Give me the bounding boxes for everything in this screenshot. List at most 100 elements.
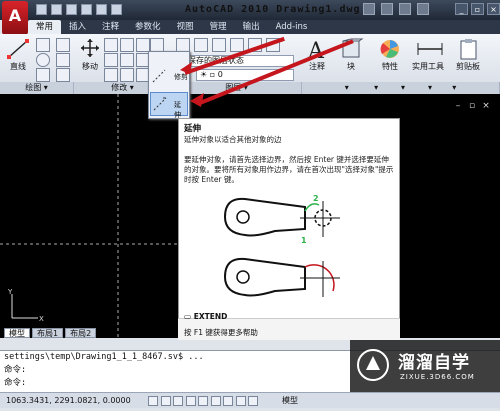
region-icon[interactable] — [56, 68, 70, 82]
close-icon[interactable]: × — [487, 3, 500, 15]
arc-icon[interactable] — [56, 38, 70, 52]
drawing-minimize-icon[interactable]: – — [452, 101, 464, 111]
illustration-label-2: 2 — [313, 194, 319, 203]
tab-annotate[interactable]: 注释 — [94, 20, 127, 34]
plot-icon[interactable] — [111, 4, 122, 15]
tab-layout1[interactable]: 布局1 — [32, 328, 64, 338]
layer-properties-icon[interactable] — [176, 38, 190, 52]
utilities-label: 实用工具 — [412, 62, 444, 71]
grid-icon[interactable] — [160, 396, 171, 406]
dyn-icon[interactable] — [235, 396, 246, 406]
array-icon[interactable] — [136, 38, 150, 52]
extend-menu-item[interactable]: 延伸 — [150, 92, 188, 119]
fillet-icon[interactable] — [120, 53, 134, 67]
svg-text:Y: Y — [7, 288, 13, 296]
offset-icon[interactable] — [150, 38, 164, 52]
annotation-label: 注释 — [309, 62, 325, 71]
favorites-star-icon[interactable] — [399, 3, 411, 15]
move-icon[interactable] — [80, 38, 100, 58]
illustration-label-1: 1 — [301, 236, 307, 245]
ortho-icon[interactable] — [173, 396, 184, 406]
move-label: 移动 — [82, 62, 98, 71]
layer-icon-2[interactable] — [194, 38, 208, 52]
binoculars-icon[interactable] — [363, 3, 375, 15]
tab-view[interactable]: 视图 — [169, 20, 202, 34]
drawing-close-icon[interactable]: × — [480, 101, 492, 111]
tooltip-command: ▭ EXTEND — [184, 312, 227, 321]
modify-panel-title: 修改 — [111, 83, 128, 92]
infocenter-tools — [363, 3, 429, 15]
open-icon[interactable] — [51, 4, 62, 15]
lightbulb-icon: ☀ ▫ — [200, 70, 218, 79]
right-panels-footer: ▾ ▾ ▾ ▾ ▾ — [302, 82, 500, 94]
tab-addins[interactable]: Add-ins — [268, 20, 316, 34]
polyline-icon[interactable] — [36, 38, 50, 52]
clipboard-icon[interactable] — [459, 38, 479, 60]
tab-layout2[interactable]: 布局2 — [65, 328, 97, 338]
line-icon[interactable] — [6, 38, 30, 60]
tooltip-subtitle: 延伸对象以适合其他对象的边 — [184, 135, 282, 144]
window-title: AutoCAD 2010 Drawing1.dwg — [185, 4, 361, 15]
ribbon-tabs: 常用 插入 注释 参数化 视图 管理 输出 Add-ins — [28, 20, 500, 34]
rotate-icon[interactable] — [120, 38, 134, 52]
current-layer-value: 0 — [217, 70, 223, 79]
otrack-icon[interactable] — [210, 396, 221, 406]
tab-home[interactable]: 常用 — [28, 20, 62, 34]
osnap-icon[interactable] — [198, 396, 209, 406]
layer-icon-3[interactable] — [212, 38, 226, 52]
layout-tabs: 模型 布局1 布局2 — [4, 328, 97, 338]
tab-model[interactable]: 模型 — [4, 328, 30, 338]
extend-label: 延伸 — [174, 101, 181, 119]
restore-icon[interactable]: ▫ — [471, 3, 484, 15]
mirror-icon[interactable] — [104, 53, 118, 67]
watermark-overlay: 溜溜自学 ZIXUE.3D66.COM — [350, 340, 500, 392]
tab-parametric[interactable]: 参数化 — [127, 20, 169, 34]
svg-text:X: X — [39, 315, 44, 323]
save-icon[interactable] — [66, 4, 77, 15]
layer-icon-4[interactable] — [230, 38, 244, 52]
rectangle-icon[interactable] — [36, 68, 50, 82]
tab-output[interactable]: 输出 — [235, 20, 268, 34]
trim-icon — [152, 69, 166, 83]
line-label: 直线 — [10, 62, 26, 71]
ucs-icon: YX — [7, 288, 44, 323]
minimize-icon[interactable]: _ — [455, 3, 468, 15]
help-icon[interactable] — [417, 3, 429, 15]
block-label: 块 — [347, 62, 355, 71]
extend-icon — [153, 97, 167, 111]
communication-icon[interactable] — [381, 3, 393, 15]
tooltip-help: 按 F1 键获得更多帮助 — [184, 328, 258, 337]
stretch-icon[interactable] — [104, 68, 118, 82]
red-arrowhead-bottom — [190, 93, 204, 107]
watermark-url: ZIXUE.3D66.COM — [400, 373, 475, 381]
coordinates-readout: 1063.3431, 2291.0821, 0.0000 — [6, 396, 131, 405]
drawing-restore-icon[interactable]: ▫ — [466, 101, 478, 111]
model-space-button[interactable]: 模型 — [282, 393, 298, 408]
ducs-icon[interactable] — [223, 396, 234, 406]
measure-icon[interactable] — [416, 40, 444, 58]
red-arrowhead-top — [180, 62, 192, 74]
circle-icon[interactable] — [36, 53, 50, 67]
tooltip-title: 延伸 — [184, 124, 202, 134]
autocad-logo[interactable]: A — [2, 1, 28, 35]
scale-icon[interactable] — [120, 68, 134, 82]
tab-manage[interactable]: 管理 — [202, 20, 235, 34]
new-icon[interactable] — [36, 4, 47, 15]
quick-access-toolbar — [36, 4, 122, 16]
draw-panel-title: 绘图 — [25, 83, 42, 92]
draw-panel-label[interactable]: 绘图 ▾ — [0, 82, 74, 94]
undo-icon[interactable] — [81, 4, 92, 15]
hatch-icon[interactable] — [56, 53, 70, 67]
copy-icon[interactable] — [104, 38, 118, 52]
polar-icon[interactable] — [185, 396, 196, 406]
lineweight-icon[interactable] — [248, 396, 259, 406]
clipboard-label: 剪贴板 — [456, 62, 480, 71]
properties-label: 特性 — [382, 62, 398, 71]
properties-icon[interactable] — [378, 38, 402, 60]
status-toggles — [148, 393, 259, 411]
redo-icon[interactable] — [96, 4, 107, 15]
watermark-logo-icon — [357, 349, 389, 381]
snap-icon[interactable] — [148, 396, 158, 406]
tab-insert[interactable]: 插入 — [61, 20, 94, 34]
tooltip-description: 要延伸对象，请首先选择边界，然后按 Enter 键并选择要延伸的对象。要将所有对… — [184, 155, 394, 184]
